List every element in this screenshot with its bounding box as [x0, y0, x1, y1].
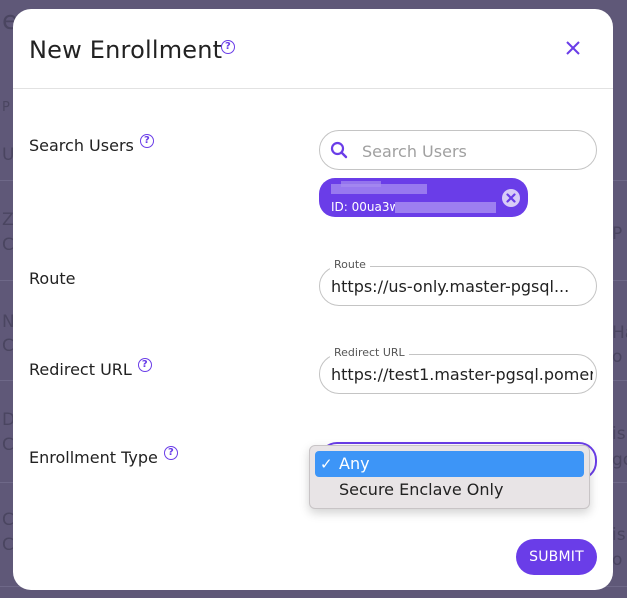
- enrollment-type-label-text: Enrollment Type: [29, 448, 158, 467]
- help-icon[interactable]: ?: [163, 446, 178, 460]
- dialog-header: New Enrollment ?: [13, 9, 613, 89]
- redacted-user-name: [341, 181, 381, 187]
- backdrop-text: P: [612, 224, 623, 244]
- dialog-title-text: New Enrollment: [29, 36, 223, 64]
- redirect-url-label: Redirect URL?: [29, 358, 152, 379]
- redirect-url-input[interactable]: https://test1.master-pgsql.pomerium: [331, 365, 593, 384]
- enrollment-type-dropdown: ✓ Any Secure Enclave Only: [309, 445, 590, 509]
- backdrop-text: P: [2, 100, 10, 115]
- backdrop-text: Z: [2, 210, 14, 230]
- redirect-url-field-legend: Redirect URL: [330, 346, 409, 359]
- option-secure-enclave-only[interactable]: Secure Enclave Only: [315, 477, 584, 503]
- route-label: Route: [29, 269, 76, 288]
- checkmark-icon: ✓: [320, 455, 333, 473]
- close-button[interactable]: [563, 38, 583, 58]
- submit-button[interactable]: SUBMIT: [516, 539, 597, 575]
- remove-user-button[interactable]: [502, 189, 520, 207]
- backdrop-text: is: [612, 525, 626, 545]
- search-users-input[interactable]: [362, 139, 582, 163]
- option-label: Secure Enclave Only: [339, 480, 504, 499]
- help-icon[interactable]: ?: [137, 358, 152, 372]
- redirect-url-field[interactable]: Redirect URL https://test1.master-pgsql.…: [319, 346, 597, 394]
- search-users-label-text: Search Users: [29, 136, 134, 155]
- help-icon[interactable]: ?: [139, 134, 154, 148]
- backdrop-text: is: [612, 424, 626, 444]
- search-icon: [330, 141, 348, 159]
- option-any[interactable]: ✓ Any: [315, 451, 584, 477]
- selected-user-chip: ID: 00ua3wv: [319, 178, 528, 217]
- search-users-label: Search Users?: [29, 134, 154, 155]
- route-value: https://us-only.master-pgsql...: [331, 277, 570, 296]
- dialog-title: New Enrollment ?: [29, 36, 235, 64]
- backdrop-text: o: [612, 347, 623, 367]
- close-icon: [566, 41, 580, 55]
- backdrop-text: o: [612, 550, 623, 570]
- enrollment-type-label: Enrollment Type?: [29, 446, 178, 467]
- backdrop-text: Ha: [612, 323, 627, 343]
- redacted-user-id: [395, 202, 496, 213]
- backdrop-text: go: [612, 450, 627, 470]
- redirect-url-label-text: Redirect URL: [29, 360, 132, 379]
- new-enrollment-dialog: New Enrollment ? Search Users? ID: 00ua3…: [13, 9, 613, 590]
- option-label: Any: [339, 454, 370, 473]
- search-users-field[interactable]: [319, 130, 597, 170]
- help-icon[interactable]: ?: [221, 40, 235, 54]
- route-field[interactable]: Route https://us-only.master-pgsql...: [319, 258, 597, 306]
- route-field-legend: Route: [330, 258, 370, 271]
- close-icon: [506, 193, 516, 203]
